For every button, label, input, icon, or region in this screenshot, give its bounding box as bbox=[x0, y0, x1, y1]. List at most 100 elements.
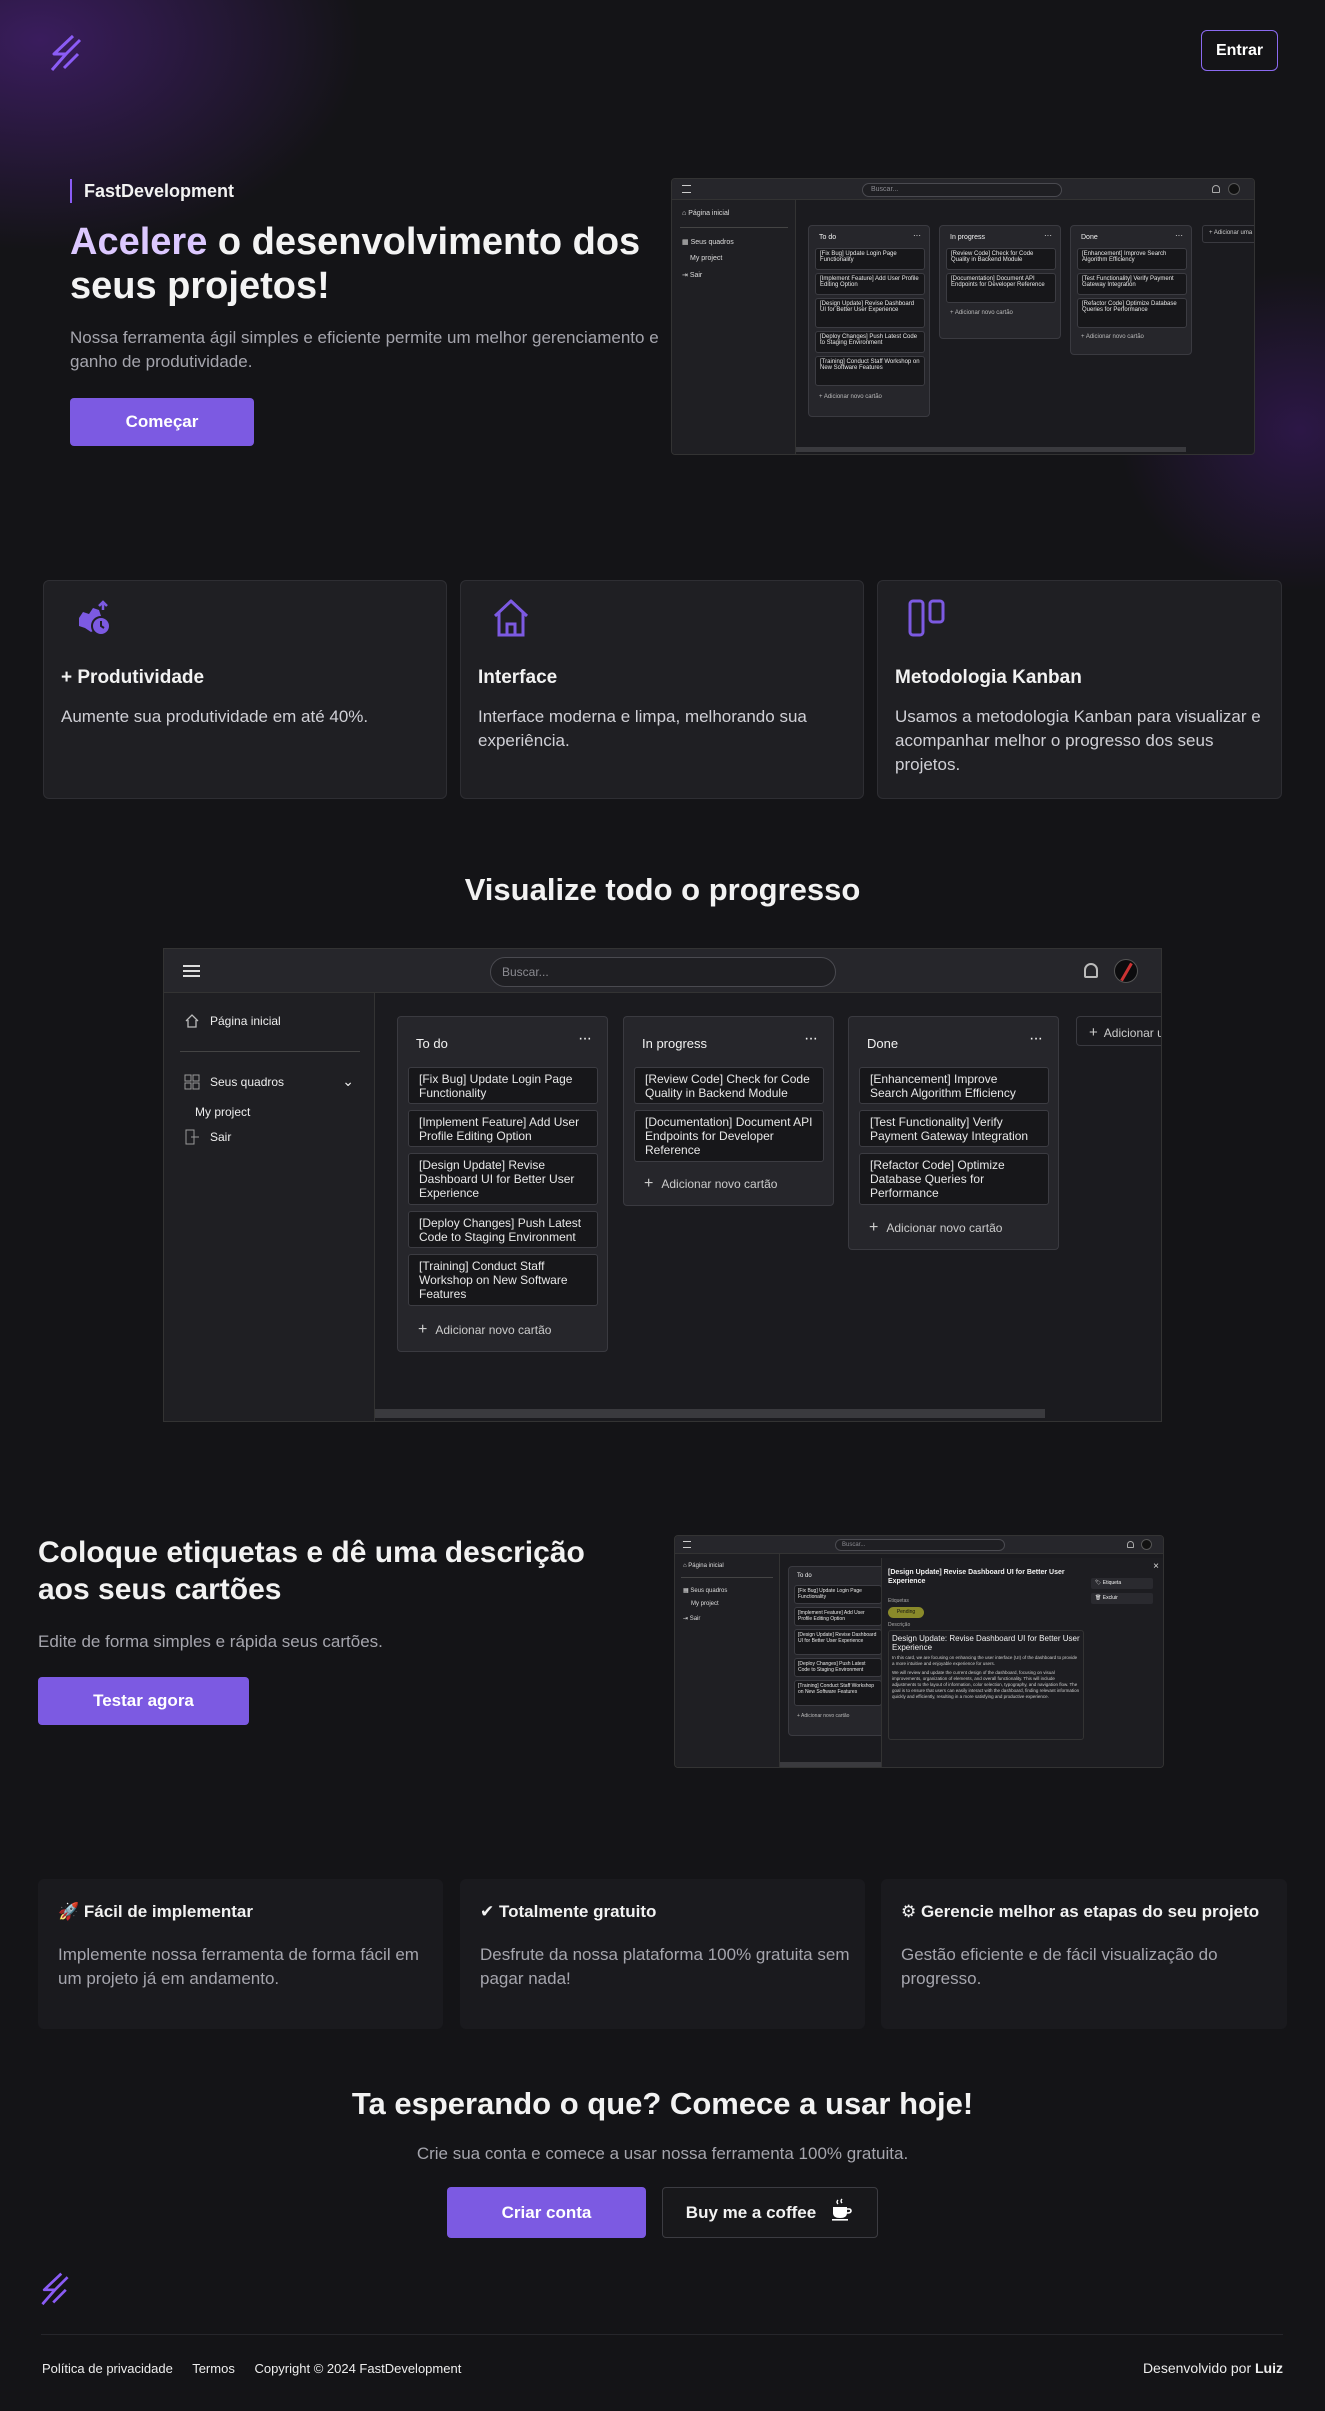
sidebar-home: ⌂ Página inicial bbox=[682, 210, 730, 217]
add-card: + Adicionar novo cartão bbox=[797, 1713, 850, 1719]
sidebar-boards: ▦ Seus quadros bbox=[682, 239, 734, 246]
board-card: [Implement Feature] Add User Profile Edi… bbox=[408, 1110, 598, 1147]
plus-icon: + bbox=[644, 1175, 654, 1192]
start-button[interactable]: Começar bbox=[70, 398, 254, 446]
menu-icon bbox=[682, 185, 691, 193]
login-button[interactable]: Entrar bbox=[1201, 30, 1278, 71]
feature-text: Interface moderna e limpa, melhorando su… bbox=[478, 707, 807, 750]
bell-icon bbox=[1212, 185, 1220, 193]
productivity-clock-icon bbox=[73, 598, 115, 645]
buy-coffee-label: Buy me a coffee bbox=[685, 2202, 817, 2222]
home-icon bbox=[185, 1014, 199, 1028]
create-account-button[interactable]: Criar conta bbox=[447, 2187, 646, 2238]
description-p2: We will review and update the current de… bbox=[892, 1670, 1080, 1699]
label-tag-pending: Pending bbox=[888, 1607, 924, 1618]
sidebar-project: My project bbox=[691, 1601, 719, 1607]
board-card: [Implement Feature] Add User Profile Edi… bbox=[794, 1607, 882, 1626]
more-icon: ··· bbox=[1029, 1030, 1043, 1047]
side-delete-button: 🗑 Excluir bbox=[1091, 1593, 1153, 1604]
board-card: [Enhancement] Improve Search Algorithm E… bbox=[859, 1067, 1049, 1104]
feature-title: + Produtividade bbox=[61, 667, 205, 688]
benefit-card: 🚀 Fácil de implementar Implemente nossa … bbox=[38, 1879, 443, 2029]
sidebar-project: My project bbox=[690, 255, 723, 262]
card-edit-preview: Buscar... ⌂ Página inicial ▦ Seus quadro… bbox=[674, 1535, 1164, 1768]
sidebar-item-logout: Sair bbox=[184, 1128, 231, 1146]
board-card: [Fix Bug] Update Login Page Functionalit… bbox=[815, 248, 925, 270]
home-icon bbox=[490, 596, 532, 645]
plus-icon: + bbox=[418, 1321, 428, 1338]
add-card-button: + Adicionar novo cartão bbox=[869, 1219, 1003, 1236]
feature-card-kanban: Metodologia Kanban Usamos a metodologia … bbox=[877, 580, 1282, 799]
add-list: + Adicionar uma lista bbox=[1202, 225, 1254, 243]
developed-by: Desenvolvido por Luiz bbox=[1142, 2360, 1283, 2376]
feature-text: Aumente sua produtividade em até 40%. bbox=[61, 707, 369, 726]
plus-icon: + bbox=[869, 1219, 879, 1236]
chevron-down-icon: ⌄ bbox=[342, 1073, 354, 1089]
bell-icon bbox=[1127, 1541, 1134, 1548]
column-title: Done bbox=[867, 1036, 899, 1051]
board-card: [Test Functionality] Verify Payment Gate… bbox=[1077, 273, 1187, 295]
more-icon: ··· bbox=[1175, 231, 1183, 240]
column-title: In progress bbox=[950, 234, 986, 241]
board-card: [Deploy Changes] Push Latest Code to Sta… bbox=[815, 331, 925, 353]
column-title: To do bbox=[797, 1573, 812, 1579]
board-preview-large: Buscar... Página inicial Seus quadros ⌄ … bbox=[163, 948, 1162, 1422]
footer-links: Política de privacidade Termos Copyright… bbox=[42, 2361, 477, 2376]
privacy-link[interactable]: Política de privacidade bbox=[42, 2361, 173, 2376]
board-card: [Refactor Code] Optimize Database Querie… bbox=[1077, 298, 1187, 328]
column-title: To do bbox=[416, 1036, 448, 1051]
bolt-logo-icon[interactable] bbox=[46, 32, 86, 72]
board-card: [Training] Conduct Staff Workshop on New… bbox=[408, 1254, 598, 1306]
column-title: Done bbox=[1081, 234, 1098, 241]
cta-subtitle: Crie sua conta e comece a usar nossa fer… bbox=[416, 2144, 909, 2163]
sidebar-boards: ▦ Seus quadros bbox=[683, 1588, 728, 1594]
column-title: In progress bbox=[642, 1036, 708, 1051]
board-card: [Documentation] Document API Endpoints f… bbox=[946, 273, 1056, 303]
copyright: Copyright © 2024 FastDevelopment bbox=[254, 2361, 462, 2376]
avatar bbox=[1114, 959, 1138, 983]
board-card: [Fix Bug] Update Login Page Functionalit… bbox=[408, 1067, 598, 1104]
search-input: Buscar... bbox=[835, 1539, 1005, 1551]
benefit-title: ⚙ Gerencie melhor as etapas do seu proje… bbox=[901, 1902, 1260, 1921]
cta-title: Ta esperando o que? Comece a usar hoje! bbox=[351, 2086, 974, 2121]
progress-title: Visualize todo o progresso bbox=[464, 872, 861, 907]
feature-title: Interface bbox=[478, 667, 558, 688]
avatar bbox=[1228, 183, 1240, 195]
logout-icon bbox=[185, 1129, 199, 1145]
buy-coffee-button[interactable]: Buy me a coffee bbox=[662, 2187, 878, 2238]
sidebar-item-project: My project bbox=[195, 1105, 251, 1119]
close-icon: × bbox=[1153, 1561, 1159, 1572]
board-card: [Design Update] Revise Dashboard UI for … bbox=[794, 1629, 882, 1655]
hero-title-highlight: Acelere bbox=[70, 221, 208, 263]
add-card-button: + Adicionar novo cartão bbox=[418, 1321, 552, 1338]
board-card: [Documentation] Document API Endpoints f… bbox=[634, 1110, 824, 1162]
benefit-text: Implemente nossa ferramenta de forma fác… bbox=[58, 1945, 419, 1988]
feature-card-productivity: + Produtividade Aumente sua produtividad… bbox=[43, 580, 447, 799]
board-card: [Review Code] Check for Code Quality in … bbox=[946, 248, 1056, 270]
description-title: Design Update: Revise Dashboard UI for B… bbox=[892, 1634, 1080, 1652]
feature-title: Metodologia Kanban bbox=[895, 667, 1082, 688]
terms-link[interactable]: Termos bbox=[192, 2361, 235, 2376]
description-p1: In this card, we are focusing on enhanci… bbox=[892, 1655, 1078, 1666]
modal-card-title: [Design Update] Revise Dashboard UI for … bbox=[888, 1569, 1065, 1585]
search-input: Buscar... bbox=[862, 183, 1062, 197]
board-card: [Implement Feature] Add User Profile Edi… bbox=[815, 273, 925, 295]
more-icon: ··· bbox=[804, 1030, 818, 1047]
add-card: + Adicionar novo cartão bbox=[1081, 334, 1144, 340]
search-input: Buscar... bbox=[490, 957, 836, 987]
try-now-button[interactable]: Testar agora bbox=[38, 1677, 249, 1725]
hero-board-preview: Buscar... ⌂ Página inicial ▦ Seus quadro… bbox=[671, 178, 1255, 455]
hero-title: Acelere o desenvolvimento dos seus proje… bbox=[70, 220, 670, 308]
board-card: [Fix Bug] Update Login Page Functionalit… bbox=[794, 1585, 882, 1604]
coffee-icon bbox=[830, 2198, 854, 2227]
labels-title: Coloque etiquetas e dê uma descrição aos… bbox=[38, 1536, 585, 1606]
side-labels-button: 🏷 Etiqueta bbox=[1091, 1578, 1153, 1589]
sidebar-logout: ⇥ Sair bbox=[683, 1616, 701, 1622]
boards-icon bbox=[184, 1074, 200, 1089]
developer-name: Luiz bbox=[1255, 2360, 1283, 2376]
board-card: [Test Functionality] Verify Payment Gate… bbox=[859, 1110, 1049, 1147]
bell-icon bbox=[1084, 963, 1098, 978]
benefit-card: ✔ Totalmente gratuito Desfrute da nossa … bbox=[460, 1879, 865, 2029]
more-icon: ··· bbox=[1044, 231, 1052, 240]
menu-icon bbox=[683, 1541, 691, 1548]
